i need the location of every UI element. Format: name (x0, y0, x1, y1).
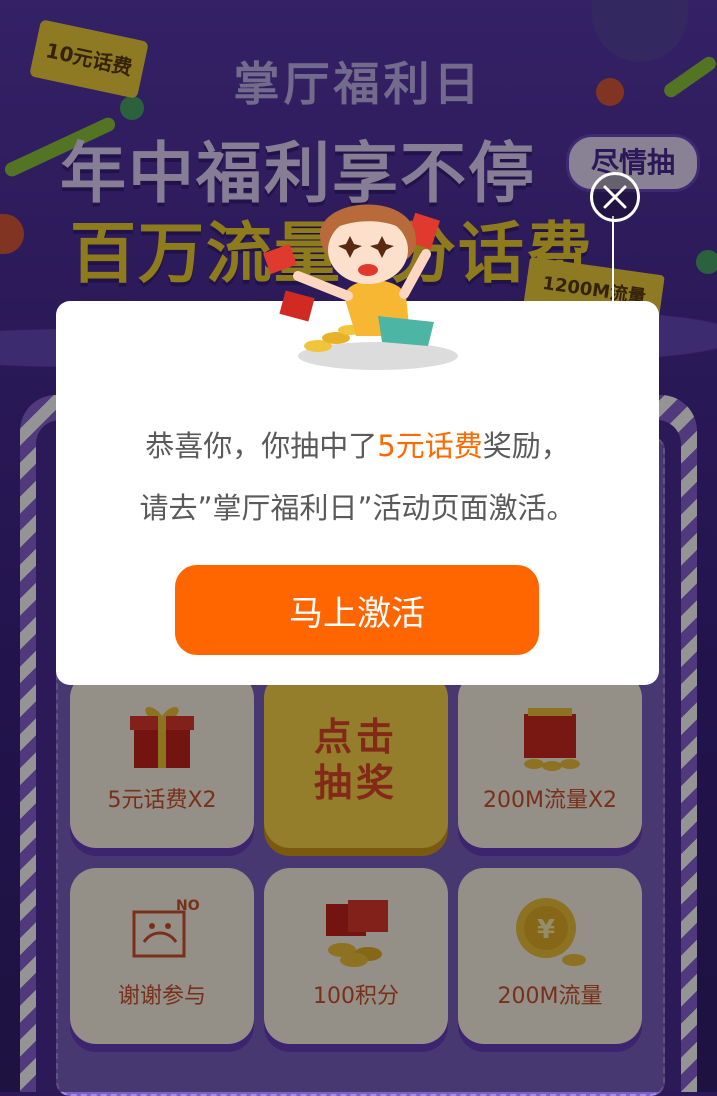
prize-message-line2: 请去”掌厅福利日”活动页面激活。 (139, 491, 576, 525)
activate-button[interactable]: 马上激活 (175, 565, 539, 655)
prize-message: 恭喜你，你抽中了5元话费奖励， 请去”掌厅福利日”活动页面激活。 (56, 415, 659, 539)
message-prefix: 恭喜你，你抽中了 (145, 429, 378, 463)
prize-message-line1: 恭喜你，你抽中了5元话费奖励， (56, 415, 659, 477)
prize-name: 5元话费 (377, 429, 483, 463)
message-suffix: 奖励， (482, 429, 570, 463)
close-icon (603, 185, 627, 209)
close-button[interactable] (590, 172, 640, 222)
celebrating-girl-mascot (263, 204, 458, 370)
close-connector-line (612, 216, 614, 308)
